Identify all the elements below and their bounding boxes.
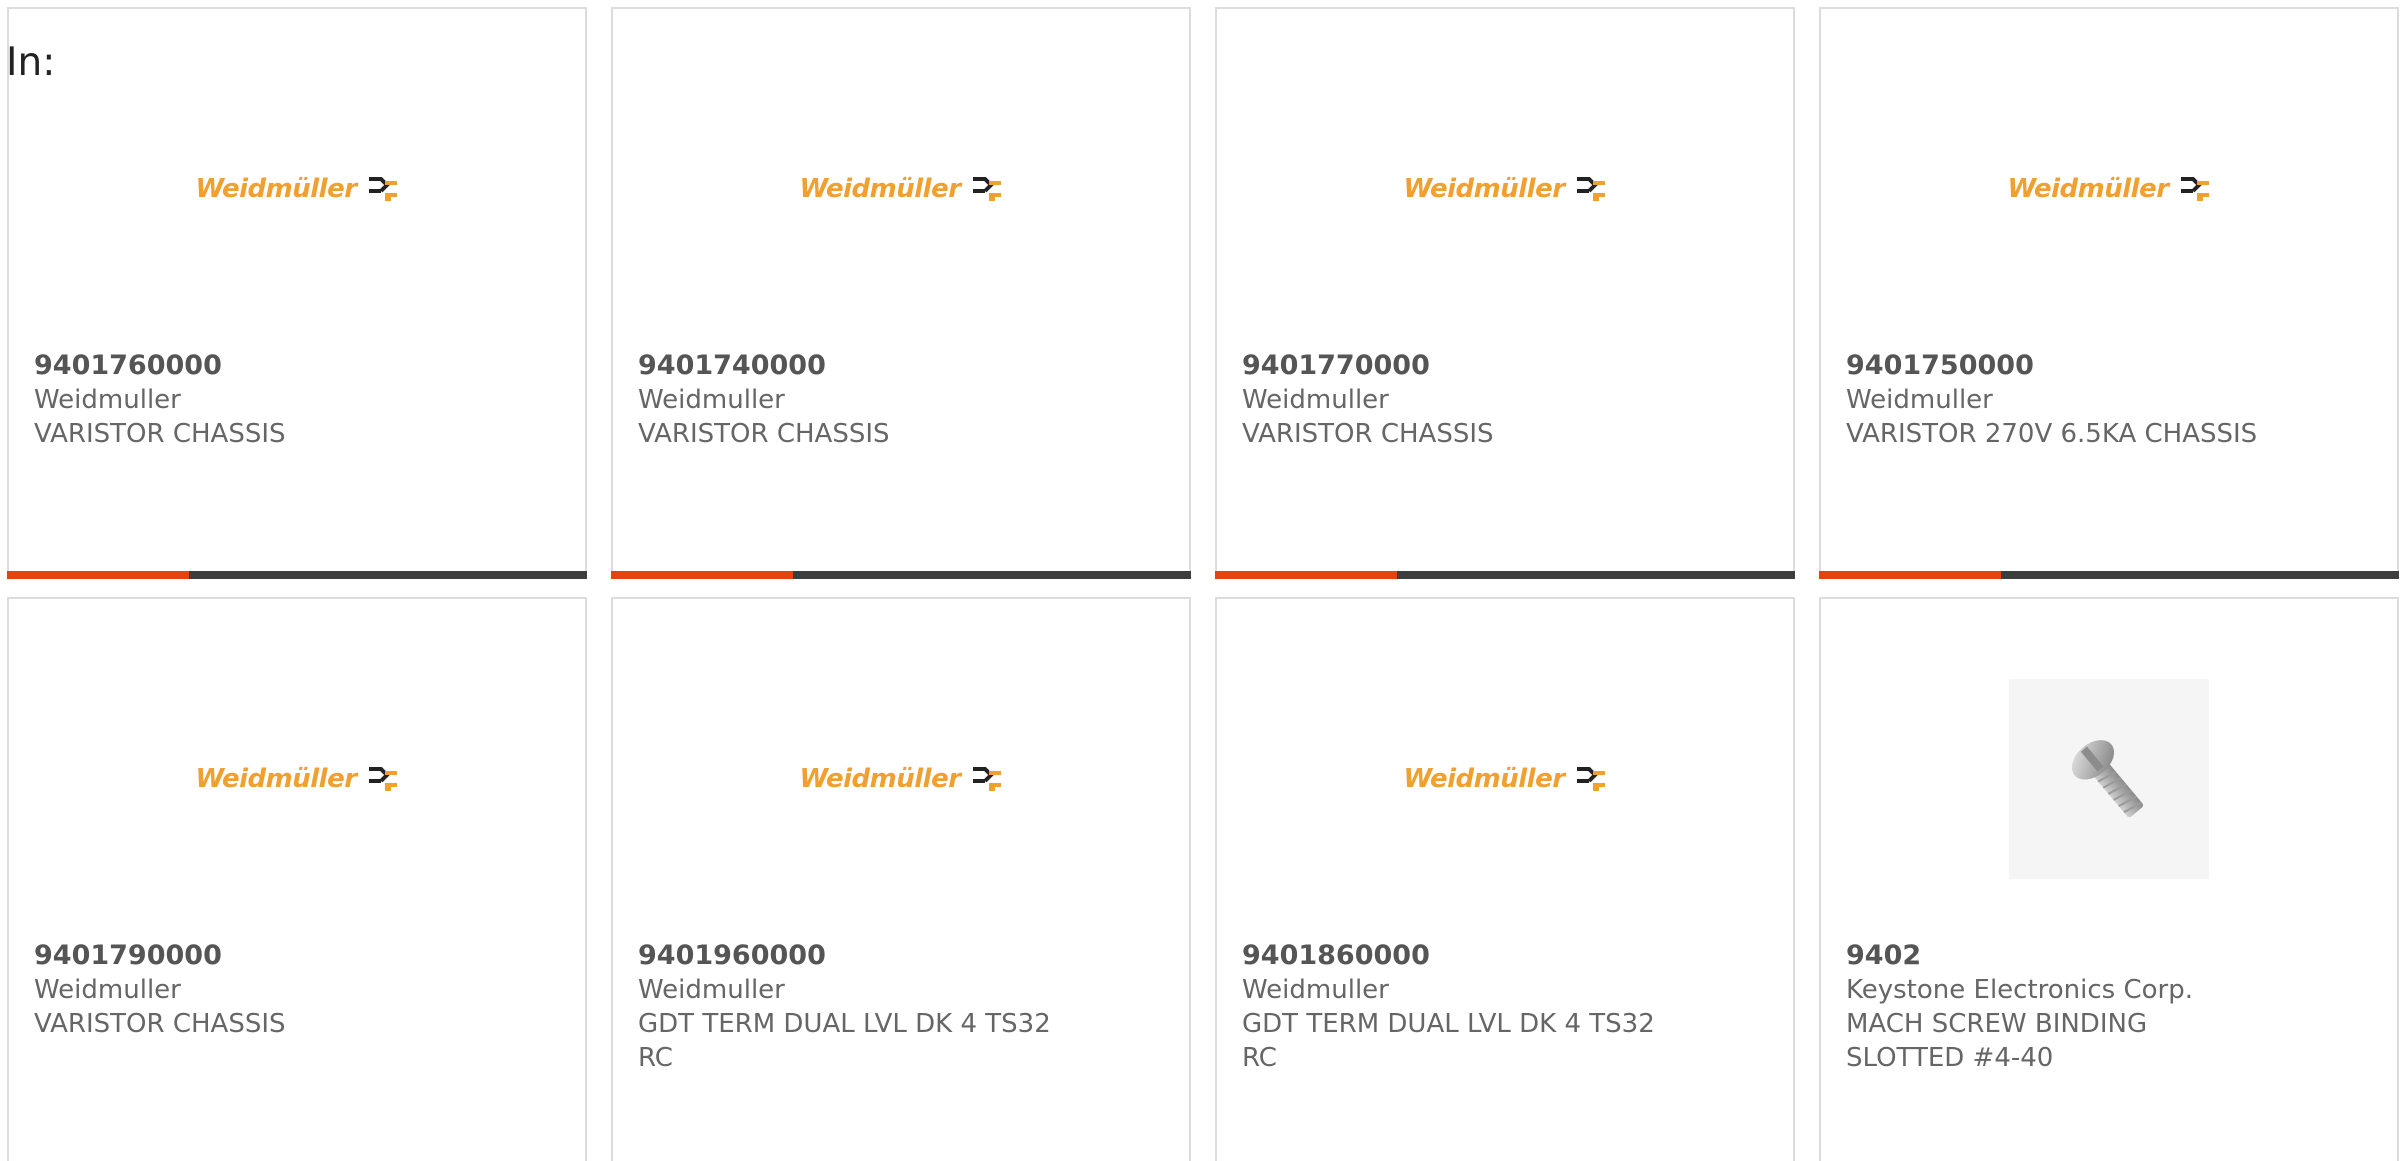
product-info: 9401860000 Weidmuller GDT TERM DUAL LVL …	[1242, 939, 1762, 1075]
product-info: 9401960000 Weidmuller GDT TERM DUAL LVL …	[638, 939, 1158, 1075]
weidmuller-logo: Weidmüller	[195, 174, 398, 204]
product-info: 9401750000 Weidmuller VARISTOR 270V 6.5K…	[1846, 349, 2366, 451]
manufacturer: Weidmuller	[1242, 975, 1389, 1005]
product-image: Weidmüller	[613, 69, 1189, 309]
part-number[interactable]: 9401770000	[1242, 349, 1762, 383]
logo-text: Weidmüller	[2007, 174, 2169, 204]
screw-icon	[2071, 740, 2144, 818]
part-number[interactable]: 9402	[1846, 939, 2366, 973]
product-info: 9401770000 Weidmuller VARISTOR CHASSIS	[1242, 349, 1762, 451]
description: VARISTOR CHASSIS	[34, 419, 286, 449]
logo-text: Weidmüller	[195, 764, 357, 794]
card-bottom-bar	[1819, 571, 2399, 579]
card-bar-accent	[7, 571, 189, 579]
in-label: In:	[6, 40, 56, 85]
card-bar-accent	[611, 571, 793, 579]
weidmuller-mark-icon	[2180, 177, 2209, 201]
part-number[interactable]: 9401790000	[34, 939, 554, 973]
weidmuller-logo: Weidmüller	[1403, 174, 1606, 204]
weidmuller-logo: Weidmüller	[799, 764, 1002, 794]
product-card[interactable]: Weidmüller 9401860000 Weidmuller GDT TER…	[1215, 597, 1795, 1161]
card-bottom-bar	[1215, 571, 1795, 579]
weidmuller-mark-icon	[1576, 177, 1605, 201]
weidmuller-mark-icon	[368, 177, 397, 201]
product-image: Weidmüller	[9, 659, 585, 899]
product-grid: Weidmüller 9401760000 Weidmuller VARISTO…	[7, 7, 2399, 1161]
description: MACH SCREW BINDING SLOTTED #4-40	[1846, 1009, 2148, 1073]
description: VARISTOR 270V 6.5KA CHASSIS	[1846, 419, 2258, 449]
part-number[interactable]: 9401860000	[1242, 939, 1762, 973]
product-card[interactable]: Weidmüller 9401760000 Weidmuller VARISTO…	[7, 7, 587, 579]
product-info: 9402 Keystone Electronics Corp. MACH SCR…	[1846, 939, 2366, 1075]
description: VARISTOR CHASSIS	[34, 1009, 286, 1039]
card-bottom-bar	[7, 571, 587, 579]
weidmuller-mark-icon	[368, 767, 397, 791]
logo-text: Weidmüller	[799, 174, 961, 204]
part-number[interactable]: 9401960000	[638, 939, 1158, 973]
manufacturer: Weidmuller	[1242, 385, 1389, 415]
manufacturer: Weidmuller	[1846, 385, 1993, 415]
part-number[interactable]: 9401750000	[1846, 349, 2366, 383]
product-info: 9401790000 Weidmuller VARISTOR CHASSIS	[34, 939, 554, 1041]
description: VARISTOR CHASSIS	[638, 419, 890, 449]
product-card[interactable]: Weidmüller 9401750000 Weidmuller VARISTO…	[1819, 7, 2399, 579]
weidmuller-mark-icon	[972, 177, 1001, 201]
product-image: Weidmüller	[1821, 69, 2397, 309]
weidmuller-logo: Weidmüller	[2007, 174, 2210, 204]
description: GDT TERM DUAL LVL DK 4 TS32 RC	[638, 1009, 1051, 1073]
card-bar-accent	[1819, 571, 2001, 579]
weidmuller-logo: Weidmüller	[799, 174, 1002, 204]
product-info: 9401740000 Weidmuller VARISTOR CHASSIS	[638, 349, 1158, 451]
logo-text: Weidmüller	[1403, 174, 1565, 204]
product-image: Weidmüller	[613, 659, 1189, 899]
product-image: Weidmüller	[1217, 659, 1793, 899]
card-bar-accent	[1215, 571, 1397, 579]
product-card[interactable]: Weidmüller 9401770000 Weidmuller VARISTO…	[1215, 7, 1795, 579]
product-info: 9401760000 Weidmuller VARISTOR CHASSIS	[34, 349, 554, 451]
weidmuller-logo: Weidmüller	[195, 764, 398, 794]
manufacturer: Weidmuller	[34, 975, 181, 1005]
weidmuller-mark-icon	[1576, 767, 1605, 791]
manufacturer: Weidmuller	[638, 385, 785, 415]
logo-text: Weidmüller	[1403, 764, 1565, 794]
product-grid-page: In: Weidmüller 9401760000 Weidmuller VAR…	[0, 0, 2400, 1161]
product-card[interactable]: Weidmüller 9401740000 Weidmuller VARISTO…	[611, 7, 1191, 579]
part-number[interactable]: 9401760000	[34, 349, 554, 383]
product-card[interactable]: Weidmüller 9401960000 Weidmuller GDT TER…	[611, 597, 1191, 1161]
manufacturer: Keystone Electronics Corp.	[1846, 975, 2194, 1005]
product-image: Weidmüller	[1217, 69, 1793, 309]
manufacturer: Weidmuller	[638, 975, 785, 1005]
screw-photo	[2009, 679, 2209, 879]
manufacturer: Weidmuller	[34, 385, 181, 415]
product-image: Weidmüller	[9, 69, 585, 309]
description: VARISTOR CHASSIS	[1242, 419, 1494, 449]
card-bottom-bar	[611, 571, 1191, 579]
logo-text: Weidmüller	[195, 174, 357, 204]
logo-text: Weidmüller	[799, 764, 961, 794]
weidmuller-mark-icon	[972, 767, 1001, 791]
product-card[interactable]: 9402 Keystone Electronics Corp. MACH SCR…	[1819, 597, 2399, 1161]
description: GDT TERM DUAL LVL DK 4 TS32 RC	[1242, 1009, 1655, 1073]
product-image	[1821, 659, 2397, 899]
product-card[interactable]: Weidmüller 9401790000 Weidmuller VARISTO…	[7, 597, 587, 1161]
weidmuller-logo: Weidmüller	[1403, 764, 1606, 794]
part-number[interactable]: 9401740000	[638, 349, 1158, 383]
